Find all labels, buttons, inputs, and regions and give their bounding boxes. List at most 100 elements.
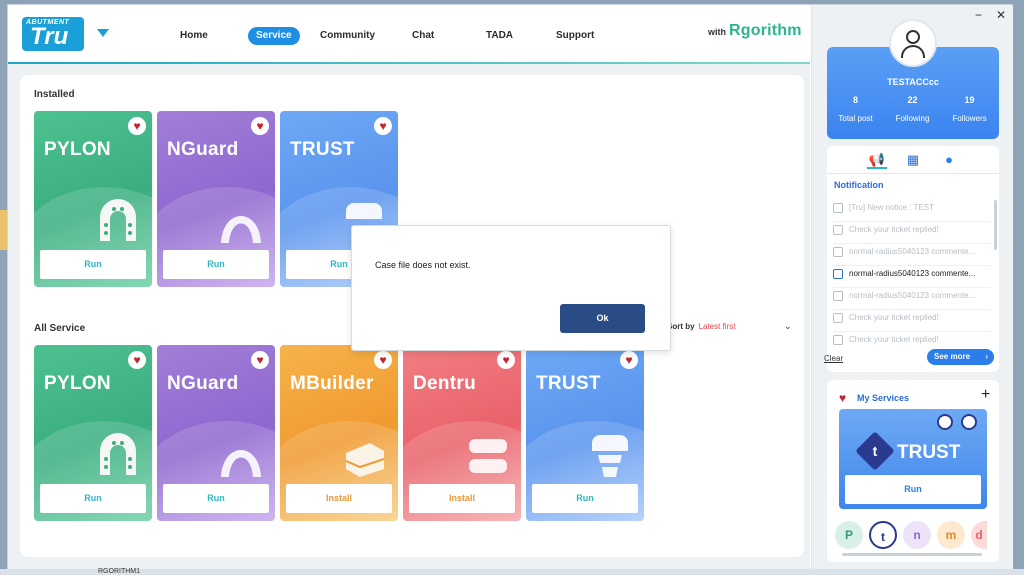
scrollbar[interactable] <box>842 553 982 556</box>
nav-community[interactable]: Community <box>320 27 375 45</box>
dentru-denture-icon <box>469 439 507 473</box>
chevron-down-icon[interactable]: ⌄ <box>784 321 792 332</box>
heart-icon[interactable]: ♥ <box>251 117 269 135</box>
close-button[interactable]: ✕ <box>996 8 1006 22</box>
notification-item[interactable]: normal-radius5040123 commente... <box>833 291 989 311</box>
sort-control[interactable]: Sort by Latest first <box>667 322 735 331</box>
notification-text: normal-radius5040123 commente... <box>849 269 976 279</box>
stat-total-post[interactable]: 8 Total post <box>827 95 884 123</box>
heart-icon[interactable]: ♥ <box>620 351 638 369</box>
nav-chat[interactable]: Chat <box>412 27 434 45</box>
add-service-button[interactable]: + <box>981 386 990 404</box>
run-button[interactable]: Run <box>40 250 146 279</box>
desktop-background-fragment <box>0 210 7 250</box>
divider <box>833 287 991 288</box>
heart-icon[interactable]: ♥ <box>251 351 269 369</box>
chat-bubble-icon[interactable]: ● <box>939 151 959 169</box>
scrollbar[interactable] <box>994 200 997 250</box>
tru-logo[interactable]: ABUTMENT Tru <box>22 17 84 51</box>
nav-service[interactable]: Service <box>248 27 300 45</box>
card-all-mbuilder[interactable]: MBuilder ♥ Install <box>280 345 398 521</box>
card-installed-pylon[interactable]: PYLON ♥ Run <box>34 111 152 287</box>
run-button[interactable]: Run <box>845 475 981 504</box>
heart-icon: ♥ <box>839 391 847 405</box>
pylon-shortcut-icon[interactable]: P <box>835 521 863 549</box>
logo-big-text: Tru <box>30 23 69 50</box>
document-icon <box>833 291 843 301</box>
chevron-right-icon: › <box>985 352 988 361</box>
run-button[interactable]: Run <box>532 484 638 513</box>
pylon-abutment-icon <box>100 433 136 475</box>
all-service-heading: All Service <box>34 323 86 334</box>
nav-home[interactable]: Home <box>180 27 208 45</box>
username: TESTACCcc <box>887 77 939 87</box>
divider <box>833 331 991 332</box>
run-button[interactable]: Run <box>163 250 269 279</box>
notification-text: Check your ticket replied! <box>849 225 939 235</box>
divider <box>833 243 991 244</box>
notification-title: Notification <box>834 180 884 190</box>
card-title: NGuard <box>167 373 239 394</box>
card-title: PYLON <box>44 373 111 394</box>
megaphone-icon[interactable]: 📢 <box>867 151 887 169</box>
card-all-dentru[interactable]: Dentru ♥ Install <box>403 345 521 521</box>
divider <box>833 221 991 222</box>
pylon-abutment-icon <box>100 199 136 241</box>
card-all-trust[interactable]: TRUST ♥ Run <box>526 345 644 521</box>
run-button[interactable]: Run <box>40 484 146 513</box>
card-all-pylon[interactable]: PYLON ♥ Run <box>34 345 152 521</box>
stat-value: 22 <box>907 95 918 105</box>
alert-dialog: Case file does not exist. Ok <box>351 225 671 351</box>
right-sidebar: − ✕ TESTACCcc 8 Total post 22 Following … <box>811 5 1013 570</box>
heart-icon[interactable]: ♥ <box>128 117 146 135</box>
clear-link[interactable]: Clear <box>824 354 843 363</box>
stat-following[interactable]: 22 Following <box>884 95 941 123</box>
taskbar-item-label[interactable]: RGORITHM1 <box>98 568 140 575</box>
install-button[interactable]: Install <box>409 484 515 513</box>
message-icon <box>833 313 843 323</box>
card-all-nguard[interactable]: NGuard ♥ Run <box>157 345 275 521</box>
heart-icon[interactable]: ♥ <box>374 117 392 135</box>
run-button[interactable]: Run <box>163 484 269 513</box>
see-more-button[interactable]: See more › <box>927 349 994 365</box>
my-service-trust-card[interactable]: t TRUST Run <box>839 409 987 509</box>
card-installed-nguard[interactable]: NGuard ♥ Run <box>157 111 275 287</box>
minimize-button[interactable]: − <box>975 8 982 22</box>
notification-item[interactable]: normal-radius5040123 commente... <box>833 247 989 267</box>
chevron-down-icon[interactable] <box>97 29 109 37</box>
install-button[interactable]: Install <box>286 484 392 513</box>
nav-support[interactable]: Support <box>556 27 594 45</box>
stat-followers[interactable]: 19 Followers <box>941 95 998 123</box>
with-label: with <box>708 27 726 37</box>
trust-logo-icon: t <box>855 431 895 471</box>
rgorithm-brand[interactable]: Rgorithm <box>729 22 802 40</box>
notification-item[interactable]: Check your ticket replied! <box>833 313 989 333</box>
nav-tada[interactable]: TADA <box>486 27 513 45</box>
notification-item[interactable]: [Tru] New notice : TEST <box>833 203 989 223</box>
nguard-shortcut-icon[interactable]: n <box>903 521 931 549</box>
notification-item[interactable]: Check your ticket replied! <box>833 225 989 245</box>
user-body-icon <box>901 45 925 58</box>
avatar[interactable] <box>889 19 937 67</box>
installed-heading: Installed <box>34 89 75 100</box>
heart-icon[interactable]: ♥ <box>497 351 515 369</box>
calendar-icon[interactable]: ▦ <box>903 151 923 169</box>
message-icon <box>833 335 843 345</box>
trust-shortcut-icon[interactable]: t <box>869 521 897 549</box>
message-icon <box>833 247 843 257</box>
speaker-icon <box>833 203 843 213</box>
message-icon <box>833 225 843 235</box>
dentru-shortcut-icon[interactable]: d <box>971 521 987 549</box>
card-title: Dentru <box>413 373 477 394</box>
notification-item[interactable]: normal-radius5040123 commente... <box>833 269 989 289</box>
notification-text: normal-radius5040123 commente... <box>849 247 976 257</box>
nguard-guard-icon <box>221 450 261 477</box>
my-service-name: TRUST <box>897 442 961 463</box>
ok-button[interactable]: Ok <box>560 304 645 333</box>
notification-tabs: 📢 ▦ ● <box>827 146 999 174</box>
heart-icon[interactable]: ♥ <box>128 351 146 369</box>
mbuilder-shortcut-icon[interactable]: m <box>937 521 965 549</box>
stat-value: 19 <box>964 95 975 105</box>
notification-text: normal-radius5040123 commente... <box>849 291 976 301</box>
heart-icon[interactable]: ♥ <box>374 351 392 369</box>
